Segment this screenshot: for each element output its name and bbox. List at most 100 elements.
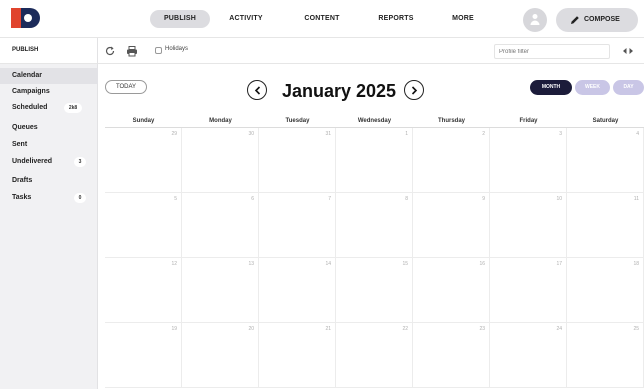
day-number: 16 [479, 261, 485, 267]
calendar-day-cell[interactable]: 22 [336, 323, 413, 388]
day-number: 21 [325, 326, 331, 332]
profile-filter-input[interactable] [494, 44, 610, 59]
calendar-day-cell[interactable]: 10 [490, 193, 567, 258]
day-number: 10 [556, 196, 562, 202]
calendar-day-cell[interactable]: 13 [182, 258, 259, 323]
calendar-day-cell[interactable]: 7 [259, 193, 336, 258]
weekday-header-saturday: Saturday [567, 114, 644, 128]
calendar-day-cell[interactable]: 30 [182, 128, 259, 193]
day-number: 29 [171, 131, 177, 137]
calendar-day-cell[interactable]: 25 [567, 323, 644, 388]
top-navigation-bar: PUBLISH ACTIVITY CONTENT REPORTS MORE CO… [0, 0, 644, 38]
sidebar-item-calendar[interactable]: Calendar [0, 68, 98, 84]
sidebar-title: PUBLISH [12, 47, 39, 53]
sidebar-item-label: Sent [12, 141, 28, 148]
calendar-day-cell[interactable]: 20 [182, 323, 259, 388]
calendar-day-cell[interactable]: 1 [336, 128, 413, 193]
calendar-day-cell[interactable]: 3 [490, 128, 567, 193]
day-number: 13 [248, 261, 254, 267]
nav-content[interactable]: CONTENT [296, 10, 348, 28]
compose-button[interactable]: COMPOSE [556, 8, 638, 32]
refresh-icon[interactable] [104, 45, 116, 57]
nav-activity[interactable]: ACTIVITY [223, 10, 269, 28]
chevron-right-icon [411, 86, 418, 95]
nav-more[interactable]: MORE [446, 10, 480, 28]
calendar-day-cell[interactable]: 16 [413, 258, 490, 323]
calendar-day-cell[interactable]: 11 [567, 193, 644, 258]
sidebar-item-label: Scheduled [12, 104, 48, 111]
day-number: 18 [633, 261, 639, 267]
day-number: 15 [402, 261, 408, 267]
sidebar-item-drafts[interactable]: Drafts [0, 173, 98, 189]
calendar-day-cell[interactable]: 17 [490, 258, 567, 323]
calendar-month-grid: Sunday Monday Tuesday Wednesday Thursday Frid… [105, 114, 644, 389]
day-number: 24 [556, 326, 562, 332]
sidebar-item-sent[interactable]: Sent [0, 137, 98, 153]
calendar-day-cell[interactable]: 24 [490, 323, 567, 388]
calendar-day-cell[interactable]: 14 [259, 258, 336, 323]
previous-month-button[interactable] [247, 80, 267, 100]
next-month-button[interactable] [404, 80, 424, 100]
calendar-day-cell[interactable]: 12 [105, 258, 182, 323]
week-view-button[interactable]: WEEK [575, 80, 610, 95]
day-view-button[interactable]: DAY [613, 80, 644, 95]
calendar-day-cell[interactable]: 8 [336, 193, 413, 258]
weekday-header-wednesday: Wednesday [336, 114, 413, 128]
day-number: 7 [328, 196, 331, 202]
day-number: 1 [405, 131, 408, 137]
sidebar-item-tasks[interactable]: Tasks 0 [0, 190, 98, 206]
sidebar-item-queues[interactable]: Queues [0, 120, 98, 136]
calendar-day-cell[interactable]: 6 [182, 193, 259, 258]
calendar-day-cell[interactable]: 19 [105, 323, 182, 388]
sidebar-header: PUBLISH [0, 38, 98, 64]
sidebar-item-undelivered[interactable]: Undelivered 3 [0, 154, 98, 170]
pencil-icon [571, 16, 579, 24]
day-number: 11 [633, 196, 639, 202]
expand-collapse-icon[interactable] [622, 46, 634, 56]
calendar-day-cell[interactable]: 5 [105, 193, 182, 258]
sidebar-item-label: Calendar [12, 72, 42, 79]
undelivered-count-badge: 3 [74, 157, 86, 167]
user-icon [530, 14, 540, 25]
nav-reports[interactable]: REPORTS [372, 10, 420, 28]
holidays-checkbox[interactable] [155, 47, 162, 54]
day-number: 14 [325, 261, 331, 267]
calendar-day-cell[interactable]: 9 [413, 193, 490, 258]
calendar-day-cell[interactable]: 15 [336, 258, 413, 323]
calendar-day-cell[interactable]: 21 [259, 323, 336, 388]
today-button[interactable]: TODAY [105, 80, 147, 94]
nav-publish[interactable]: PUBLISH [150, 10, 210, 28]
sidebar: PUBLISH Calendar Campaigns Scheduled 2k8… [0, 38, 98, 389]
user-avatar[interactable] [523, 8, 547, 32]
sidebar-item-label: Drafts [12, 177, 33, 184]
calendar-day-cell[interactable]: 31 [259, 128, 336, 193]
sidebar-item-label: Campaigns [12, 88, 50, 95]
tasks-count-badge: 0 [74, 193, 86, 203]
calendar-day-cell[interactable]: 2 [413, 128, 490, 193]
month-title: January 2025 [281, 81, 397, 101]
print-icon[interactable] [126, 45, 138, 57]
sidebar-item-scheduled[interactable]: Scheduled 2k8 [0, 100, 98, 116]
day-number: 4 [636, 131, 639, 137]
holidays-label: Holidays [165, 46, 189, 52]
day-number: 25 [633, 326, 639, 332]
calendar-day-cell[interactable]: 23 [413, 323, 490, 388]
weekday-header-sunday: Sunday [105, 114, 182, 128]
month-view-button[interactable]: MONTH [530, 80, 572, 95]
day-number: 5 [174, 196, 177, 202]
day-number: 2 [482, 131, 485, 137]
sidebar-item-campaigns[interactable]: Campaigns [0, 84, 98, 100]
calendar-toolbar: Holidays [98, 38, 644, 64]
day-number: 19 [171, 326, 177, 332]
day-number: 8 [405, 196, 408, 202]
weekday-header-monday: Monday [182, 114, 259, 128]
calendar-day-cell[interactable]: 29 [105, 128, 182, 193]
sidebar-item-label: Queues [12, 124, 38, 131]
brand-logo-icon[interactable] [10, 6, 40, 30]
weekday-header-friday: Friday [490, 114, 567, 128]
day-number: 20 [248, 326, 254, 332]
chevron-left-icon [254, 86, 261, 95]
day-number: 30 [248, 131, 254, 137]
calendar-day-cell[interactable]: 18 [567, 258, 644, 323]
calendar-day-cell[interactable]: 4 [567, 128, 644, 193]
